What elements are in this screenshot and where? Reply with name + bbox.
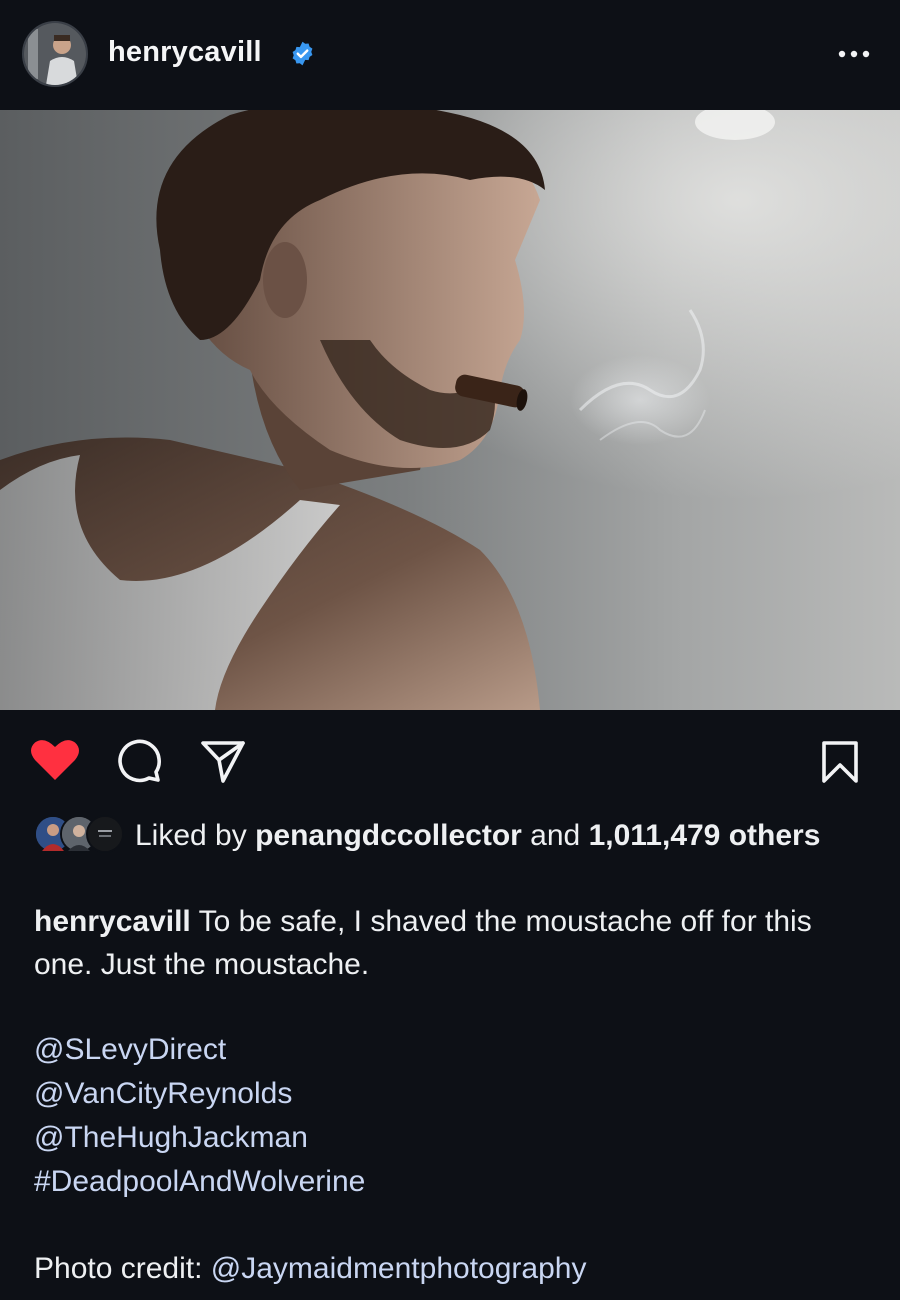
likes-prefix: Liked by bbox=[135, 819, 247, 852]
send-icon bbox=[201, 741, 245, 783]
caption-username[interactable]: henrycavill bbox=[34, 905, 191, 938]
credit-label: Photo credit: bbox=[34, 1252, 203, 1285]
heart-filled-icon bbox=[31, 740, 79, 780]
profile-avatar[interactable] bbox=[22, 21, 88, 87]
post-caption: henrycavill To be safe, I shaved the mou… bbox=[34, 900, 874, 986]
likes-conjunction: and bbox=[530, 819, 581, 852]
likes-suffix[interactable]: others bbox=[729, 819, 821, 852]
comment-icon bbox=[118, 739, 161, 783]
caption-tags: @SLevyDirect @VanCityReynolds @TheHughJa… bbox=[34, 1028, 874, 1204]
comment-button[interactable] bbox=[116, 738, 162, 784]
verified-badge-icon bbox=[292, 41, 313, 66]
liker-avatar-image bbox=[88, 817, 122, 851]
mention-link[interactable]: @VanCityReynolds bbox=[34, 1072, 874, 1116]
likes-summary[interactable]: Liked by penangdccollector and 1,011,479… bbox=[135, 816, 855, 856]
photo-credit: Photo credit: @Jaymaidmentphotography bbox=[34, 1247, 884, 1291]
more-options-button[interactable] bbox=[832, 40, 876, 68]
mention-link[interactable]: @TheHughJackman bbox=[34, 1116, 874, 1160]
mention-link[interactable]: @SLevyDirect bbox=[34, 1028, 874, 1072]
more-dots-icon bbox=[838, 50, 870, 58]
post-header: henrycavill bbox=[0, 0, 900, 110]
likes-count[interactable]: 1,011,479 bbox=[589, 819, 721, 852]
liked-by-avatars[interactable] bbox=[34, 815, 126, 855]
hashtag-link[interactable]: #DeadpoolAndWolverine bbox=[34, 1160, 874, 1204]
avatar-image bbox=[24, 23, 86, 85]
likes-user[interactable]: penangdccollector bbox=[255, 819, 522, 852]
action-bar bbox=[0, 710, 900, 810]
save-button[interactable] bbox=[820, 740, 860, 784]
share-button[interactable] bbox=[200, 740, 246, 784]
post-photo-image bbox=[0, 110, 900, 710]
post-photo[interactable] bbox=[0, 110, 900, 710]
like-button[interactable] bbox=[30, 738, 80, 782]
post-username[interactable]: henrycavill bbox=[108, 36, 262, 69]
liker-avatar bbox=[86, 815, 124, 853]
credit-handle-link[interactable]: @Jaymaidmentphotography bbox=[211, 1252, 587, 1285]
bookmark-icon bbox=[822, 741, 858, 783]
